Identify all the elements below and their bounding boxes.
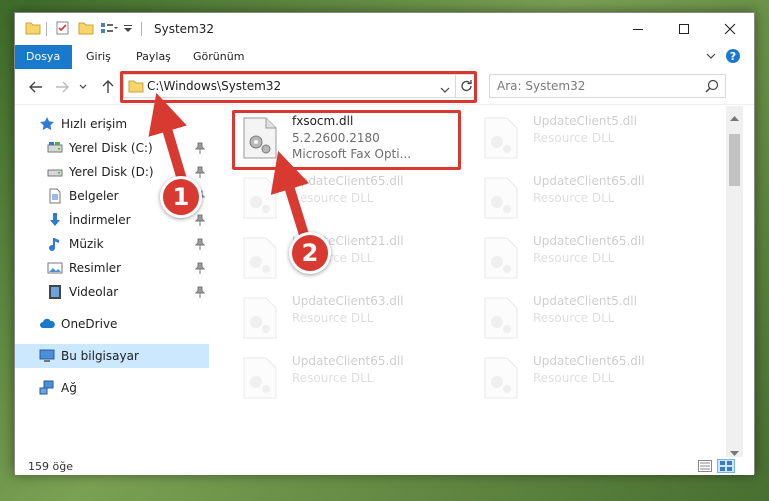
callout-badge-2: 2	[289, 232, 331, 274]
callout-badge-1: 1	[160, 176, 202, 218]
callout-arrows	[148, 92, 313, 246]
